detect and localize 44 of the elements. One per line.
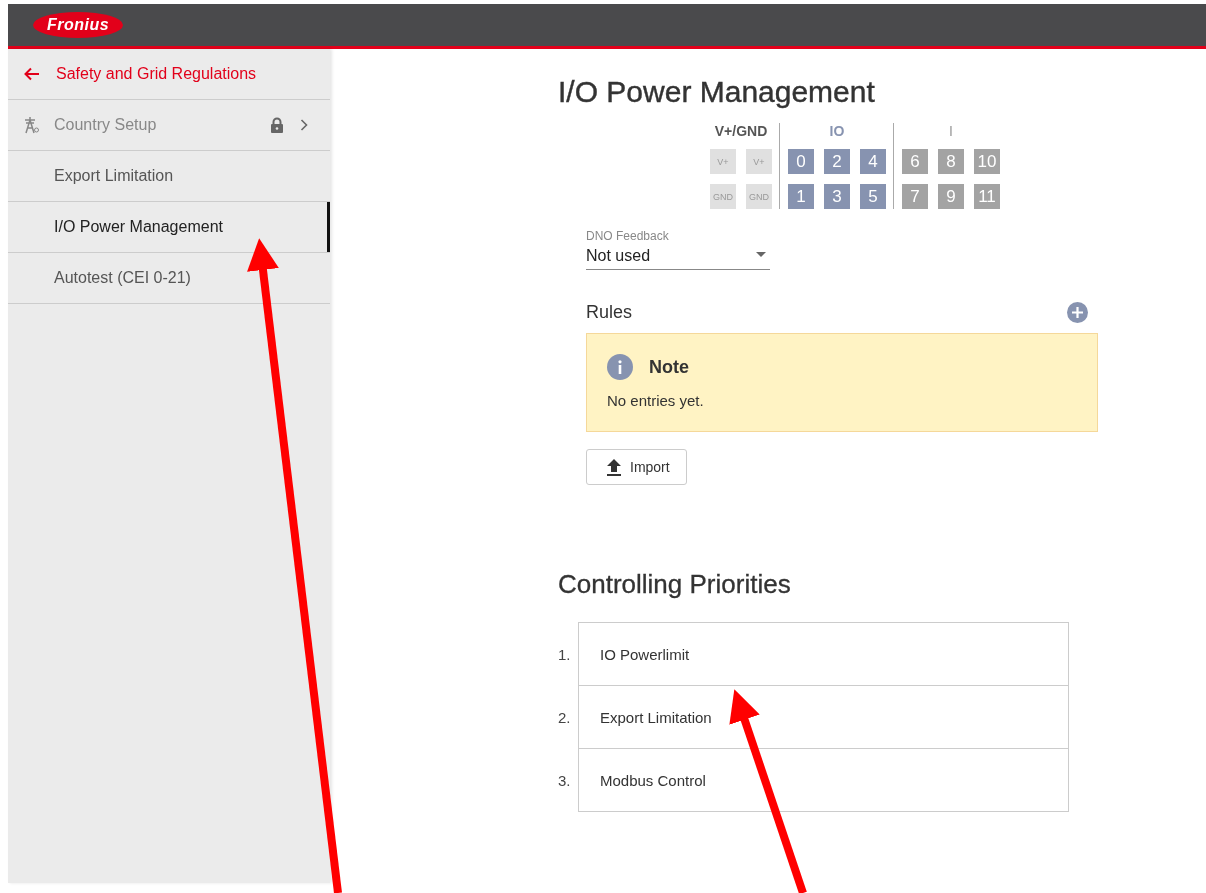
note-text: No entries yet. bbox=[607, 392, 705, 409]
back-link[interactable]: Safety and Grid Regulations bbox=[8, 49, 330, 100]
priority-item[interactable]: IO Powerlimit bbox=[578, 622, 1069, 686]
terminal-label: 3 bbox=[824, 184, 850, 209]
connector-group-label: IO bbox=[829, 123, 845, 139]
terminal-label: 6 bbox=[902, 149, 928, 174]
terminal-label: 2 bbox=[824, 149, 850, 174]
import-button[interactable]: Import bbox=[586, 449, 687, 485]
connector-group-label: V+/GND bbox=[714, 123, 768, 139]
add-icon[interactable] bbox=[1067, 301, 1088, 323]
terminal-label: V+ bbox=[710, 149, 736, 174]
terminal-label: 8 bbox=[938, 149, 964, 174]
terminal-label: 11 bbox=[974, 184, 1000, 209]
terminal-label: V+ bbox=[746, 149, 772, 174]
sidebar-item[interactable]: Export Limitation bbox=[8, 151, 330, 202]
power-tower-icon bbox=[22, 116, 40, 134]
back-arrow-icon bbox=[24, 67, 40, 81]
terminal-label: 4 bbox=[860, 149, 886, 174]
rules-heading: Rules bbox=[586, 301, 633, 323]
priority-item[interactable]: Modbus Control bbox=[578, 749, 1069, 812]
terminal-label: 1 bbox=[788, 184, 814, 209]
caret-icon bbox=[756, 252, 766, 257]
connector-group-label: I bbox=[949, 123, 953, 139]
priority-number: 3. bbox=[558, 771, 572, 791]
sidebar-item[interactable]: Autotest (CEI 0-21) bbox=[8, 253, 330, 304]
upload-icon bbox=[606, 458, 622, 476]
page-title: I/O Power Management bbox=[558, 75, 876, 109]
dno-feedback-dropdown[interactable]: DNO Feedback Not used bbox=[586, 229, 770, 270]
info-icon bbox=[607, 354, 633, 380]
terminal-label: GND bbox=[746, 184, 772, 209]
priorities-heading: Controlling Priorities bbox=[558, 569, 792, 600]
priority-number: 1. bbox=[558, 644, 572, 665]
terminal-label: 9 bbox=[938, 184, 964, 209]
priority-number: 2. bbox=[558, 708, 572, 728]
terminal-label: 7 bbox=[902, 184, 928, 209]
terminal-label: 5 bbox=[860, 184, 886, 209]
terminal-label: 0 bbox=[788, 149, 814, 174]
chevron-right-icon bbox=[300, 119, 308, 131]
terminal-label: 10 bbox=[974, 149, 1000, 174]
sidebar-item[interactable]: I/O Power Management bbox=[8, 202, 330, 253]
priority-item[interactable]: Export Limitation bbox=[578, 686, 1069, 749]
logo: Fronius bbox=[33, 12, 124, 38]
terminal-label: GND bbox=[710, 184, 736, 209]
note-title: Note bbox=[649, 356, 689, 378]
